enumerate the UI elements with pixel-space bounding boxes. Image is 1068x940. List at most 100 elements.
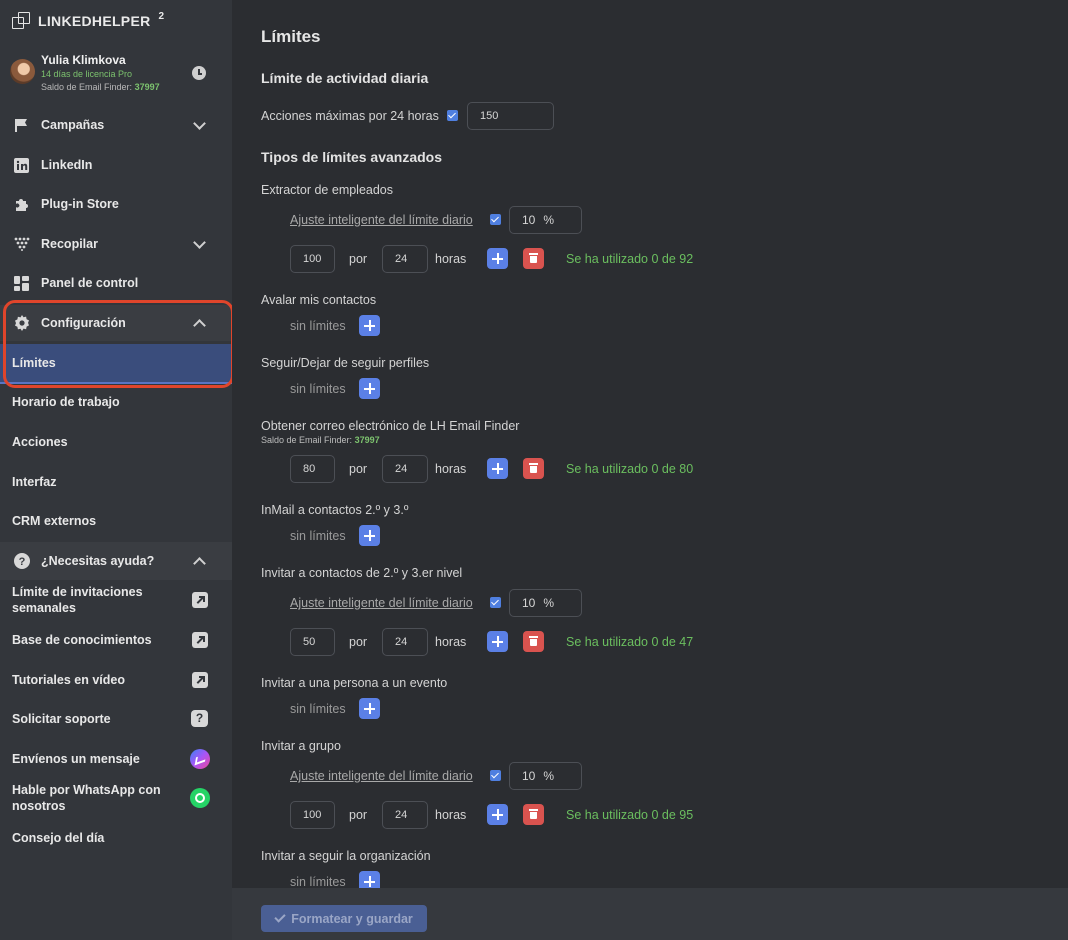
section-label-inmail: InMail a contactos 2.º y 3.º: [261, 503, 409, 517]
delete-limit-button[interactable]: [523, 248, 544, 269]
sidebar-link-limite-invitaciones[interactable]: Límite de invitaciones semanales: [0, 583, 232, 617]
limit-count-input[interactable]: 100: [290, 801, 335, 829]
clock-icon[interactable]: [192, 66, 206, 80]
smart-limit-link[interactable]: Ajuste inteligente del límite diario: [290, 213, 473, 227]
section-label-evento: Invitar a una persona a un evento: [261, 676, 448, 690]
delete-limit-button[interactable]: [523, 804, 544, 825]
smart-pct-input[interactable]: 10%: [509, 206, 582, 234]
linkedin-icon: [13, 157, 30, 174]
delete-limit-button[interactable]: [523, 631, 544, 652]
sidebar: LINKEDHELPER 2 Yulia Klimkova 14 días de …: [0, 0, 234, 940]
section-label-avalar: Avalar mis contactos: [261, 293, 377, 307]
section-label-extractor: Extractor de empleados: [261, 183, 394, 197]
external-link-icon: [192, 632, 208, 648]
sidebar-link-tutoriales[interactable]: Tutoriales en vídeo: [0, 662, 232, 698]
sidebar-link-consejo[interactable]: Consejo del día: [0, 820, 232, 856]
puzzle-icon: [13, 196, 30, 213]
question-icon: ?: [191, 710, 208, 727]
hours-label: horas: [435, 808, 467, 822]
chevron-up-icon[interactable]: [193, 319, 206, 332]
sidebar-item-panel[interactable]: Panel de control: [0, 265, 232, 301]
limit-count-input[interactable]: 100: [290, 245, 335, 273]
sidebar-link-soporte[interactable]: Solicitar soporte ?: [0, 701, 232, 737]
advanced-limits-heading: Tipos de límites avanzados: [261, 149, 443, 165]
email-finder-balance: Saldo de Email Finder: 37997: [261, 435, 380, 445]
flag-icon: [13, 117, 30, 134]
logo-version: 2: [158, 11, 165, 22]
smart-pct-input[interactable]: 10%: [509, 762, 582, 790]
add-limit-button[interactable]: [359, 378, 380, 399]
sidebar-item-crm[interactable]: CRM externos: [0, 503, 232, 539]
check-icon: [274, 911, 286, 923]
hours-label: horas: [435, 635, 467, 649]
chevron-down-icon[interactable]: [193, 235, 206, 249]
sidebar-item-limites[interactable]: Límites: [0, 344, 232, 384]
user-name: Yulia Klimkova: [41, 53, 126, 67]
hours-label: horas: [435, 462, 467, 476]
sidebar-item-ayuda[interactable]: ? ¿Necesitas ayuda?: [0, 542, 232, 580]
svg-text:?: ?: [18, 556, 25, 568]
sidebar-item-acciones[interactable]: Acciones: [0, 424, 232, 460]
delete-limit-button[interactable]: [523, 458, 544, 479]
app-logo: LINKEDHELPER 2: [12, 11, 165, 29]
usage-status: Se ha utilizado 0 de 80: [566, 462, 694, 476]
sidebar-item-horario[interactable]: Horario de trabajo: [0, 384, 232, 420]
sidebar-item-configuracion[interactable]: Configuración: [0, 305, 232, 341]
add-limit-button[interactable]: [487, 248, 508, 269]
section-label-invitar-contactos: Invitar a contactos de 2.º y 3.er nivel: [261, 566, 463, 580]
external-link-icon: [192, 672, 208, 688]
unlimited-label: sin límites: [290, 702, 346, 716]
limit-hours-input[interactable]: 24: [382, 245, 428, 273]
footer-bar: Formatear y guardar: [232, 888, 1068, 940]
smart-limit-checkbox[interactable]: [490, 597, 501, 608]
chevron-up-icon[interactable]: [193, 557, 206, 570]
limit-hours-input[interactable]: 24: [382, 628, 428, 656]
sidebar-link-whatsapp[interactable]: Hable por WhatsApp con nosotros: [0, 781, 232, 815]
add-limit-button[interactable]: [359, 525, 380, 546]
limit-hours-input[interactable]: 24: [382, 455, 428, 483]
per-label: por: [349, 808, 368, 822]
section-label-email: Obtener correo electrónico de LH Email F…: [261, 419, 520, 433]
unlimited-label: sin límites: [290, 529, 346, 543]
avatar: [10, 59, 35, 84]
add-limit-button[interactable]: [359, 698, 380, 719]
sidebar-link-base[interactable]: Base de conocimientos: [0, 622, 232, 658]
funnel-dots-icon: [13, 236, 30, 253]
smart-limit-checkbox[interactable]: [490, 770, 501, 781]
smart-pct-input[interactable]: 10%: [509, 589, 582, 617]
smart-limit-checkbox[interactable]: [490, 214, 501, 225]
user-profile[interactable]: Yulia Klimkova 14 días de licencia Pro S…: [10, 52, 222, 96]
limit-hours-input[interactable]: 24: [382, 801, 428, 829]
add-limit-button[interactable]: [487, 631, 508, 652]
sidebar-item-plugin-store[interactable]: Plug-in Store: [0, 186, 232, 222]
daily-limit-heading: Límite de actividad diaria: [261, 70, 429, 86]
hours-label: horas: [435, 252, 467, 266]
usage-status: Se ha utilizado 0 de 92: [566, 252, 694, 266]
section-label-seguir: Seguir/Dejar de seguir perfiles: [261, 356, 430, 370]
license-status: 14 días de licencia Pro: [41, 69, 133, 79]
sidebar-item-campanas[interactable]: Campañas: [0, 107, 232, 143]
sidebar-item-recopilar[interactable]: Recopilar: [0, 226, 232, 262]
sidebar-item-linkedin[interactable]: LinkedIn: [0, 147, 232, 183]
add-limit-button[interactable]: [487, 458, 508, 479]
daily-limit-checkbox[interactable]: [447, 110, 458, 121]
per-label: por: [349, 462, 368, 476]
limit-count-input[interactable]: 50: [290, 628, 335, 656]
add-limit-button[interactable]: [359, 315, 380, 336]
daily-limit-input[interactable]: 150: [467, 102, 554, 130]
help-circle-icon: ?: [13, 553, 30, 570]
external-link-icon: [192, 592, 208, 608]
sidebar-item-interfaz[interactable]: Interfaz: [0, 464, 232, 500]
whatsapp-icon: [190, 788, 210, 808]
unlimited-label: sin límites: [290, 319, 346, 333]
save-button[interactable]: Formatear y guardar: [261, 905, 427, 932]
sidebar-link-mensaje[interactable]: Envíenos un mensaje: [0, 741, 232, 777]
limit-count-input[interactable]: 80: [290, 455, 335, 483]
smart-limit-link[interactable]: Ajuste inteligente del límite diario: [290, 596, 473, 610]
chevron-down-icon[interactable]: [193, 116, 206, 130]
smart-limit-link[interactable]: Ajuste inteligente del límite diario: [290, 769, 473, 783]
logo-icon: [12, 12, 31, 29]
add-limit-button[interactable]: [487, 804, 508, 825]
section-label-grupo: Invitar a grupo: [261, 739, 341, 753]
dashboard-icon: [13, 275, 30, 292]
